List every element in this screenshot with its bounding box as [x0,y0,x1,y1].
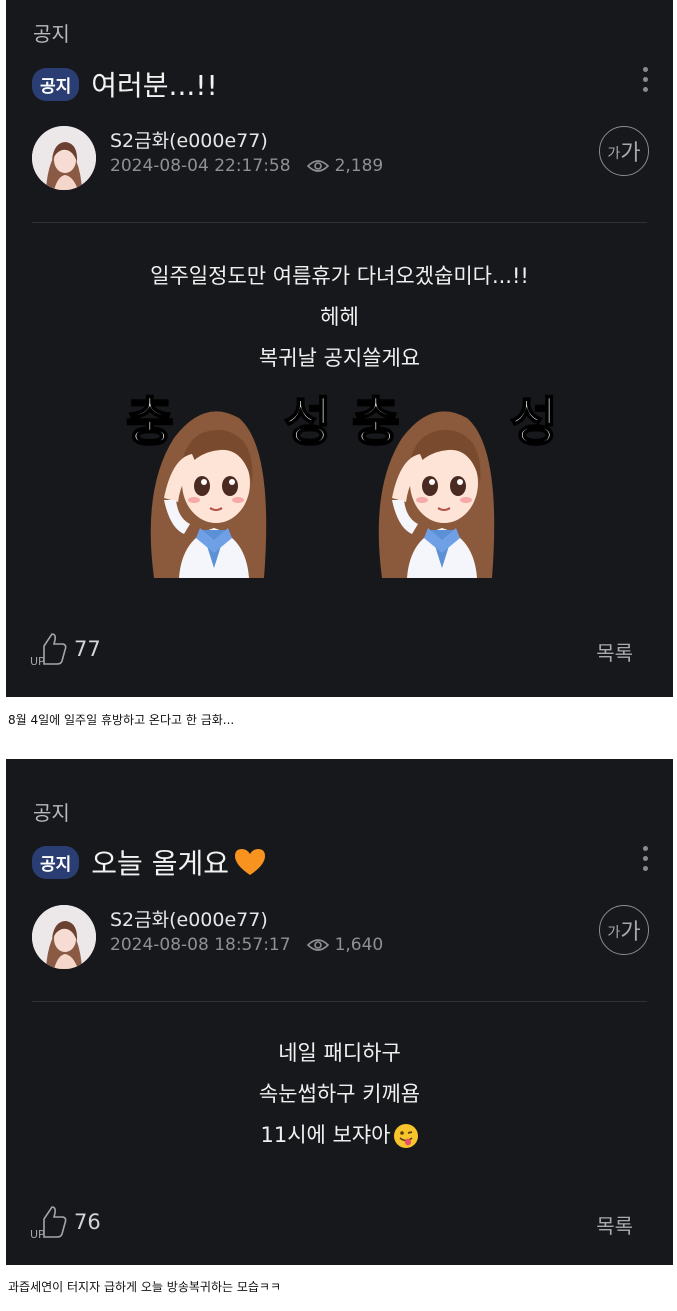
eye-icon [306,160,329,172]
upvote-button[interactable]: UP 76 [30,1205,101,1239]
post-title-row: 공지 여러분...!! [32,64,218,104]
thumbs-up-icon: UP [30,633,67,666]
svg-text:UP: UP [30,655,45,666]
thumbs-up-icon: UP [30,1206,67,1239]
avatar[interactable] [32,905,96,969]
more-options-icon[interactable] [643,67,649,92]
font-size-button[interactable]: 가가 [599,905,649,955]
notice-badge: 공지 [32,845,80,879]
view-count: 2,189 [306,156,384,176]
font-size-button[interactable]: 가가 [599,126,649,176]
sticker-text: 충 [352,393,400,453]
font-size-large-glyph: 가 [620,141,641,166]
view-count: 1,640 [306,935,384,955]
salute-sticker-image: 충 성 충 성 [125,392,559,578]
caption: 8월 4일에 일주일 휴방하고 온다고 한 금화... [8,713,235,727]
notice-badge: 공지 [32,67,80,101]
sticker-text: 성 [510,393,558,453]
post-body: 네일 패디하구 속눈썹하구 키께욤 11시에 보쟈아 [6,1033,673,1156]
font-size-large-glyph: 가 [620,920,641,945]
post-title: 오늘 올게요 [91,847,229,880]
svg-text:UP: UP [30,1228,45,1239]
breadcrumb[interactable]: 공지 [33,797,70,826]
body-line: 일주일정도만 여름휴가 다녀오겠숩미다...!! [150,264,529,288]
post-panel-2: 공지 공지 오늘 올게요 S2금화(e000e77) 2024-08-08 18… [6,759,673,1265]
sticker-text: 성 [284,393,332,453]
author-name[interactable]: S2금화(e000e77) [110,905,268,932]
font-size-small-glyph: 가 [607,146,621,162]
breadcrumb[interactable]: 공지 [33,18,70,47]
list-button[interactable]: 목록 [596,637,633,666]
font-size-small-glyph: 가 [607,925,621,941]
upvote-count: 77 [74,637,101,661]
divider [32,222,647,223]
post-datetime: 2024-08-04 22:17:58 [110,156,291,176]
view-count-value: 2,189 [334,156,384,176]
list-button[interactable]: 목록 [596,1210,633,1239]
sticker-text: 충 [126,393,174,453]
upvote-button[interactable]: UP 77 [30,632,101,666]
post-datetime: 2024-08-08 18:57:17 [110,935,291,955]
body-line-with-emoji: 11시에 보쟈아 [6,1115,673,1156]
orange-heart-icon [234,849,265,875]
post-title-row: 공지 오늘 올게요 [32,842,267,882]
upvote-count: 76 [74,1210,101,1234]
caption: 과즙세연이 터지자 급하게 오늘 방송복귀하는 모습ㅋㅋ [8,1280,281,1294]
post-body: 일주일정도만 여름휴가 다녀오겠숩미다...!! 헤헤 복귀날 공지쓸게요 [6,256,673,379]
body-line: 속눈썹하구 키께욤 [258,1082,421,1106]
eye-icon [306,939,329,951]
post-meta: 2024-08-04 22:17:58 2,189 [110,156,383,176]
view-count-value: 1,640 [334,935,384,955]
body-line: 네일 패디하구 [278,1041,401,1065]
body-line: 11시에 보쟈아 [260,1123,391,1147]
avatar[interactable] [32,126,96,190]
divider [32,1001,647,1002]
body-line: 복귀날 공지쓸게요 [258,346,421,370]
body-line: 헤헤 [320,305,359,329]
post-title: 여러분...!! [91,69,218,102]
winking-tongue-emoji-icon [393,1123,418,1148]
post-meta: 2024-08-08 18:57:17 1,640 [110,935,383,955]
author-name[interactable]: S2금화(e000e77) [110,126,268,153]
post-panel-1: 공지 공지 여러분...!! S2금화(e000e77) 2024-08-04 … [6,0,673,697]
more-options-icon[interactable] [643,846,649,871]
